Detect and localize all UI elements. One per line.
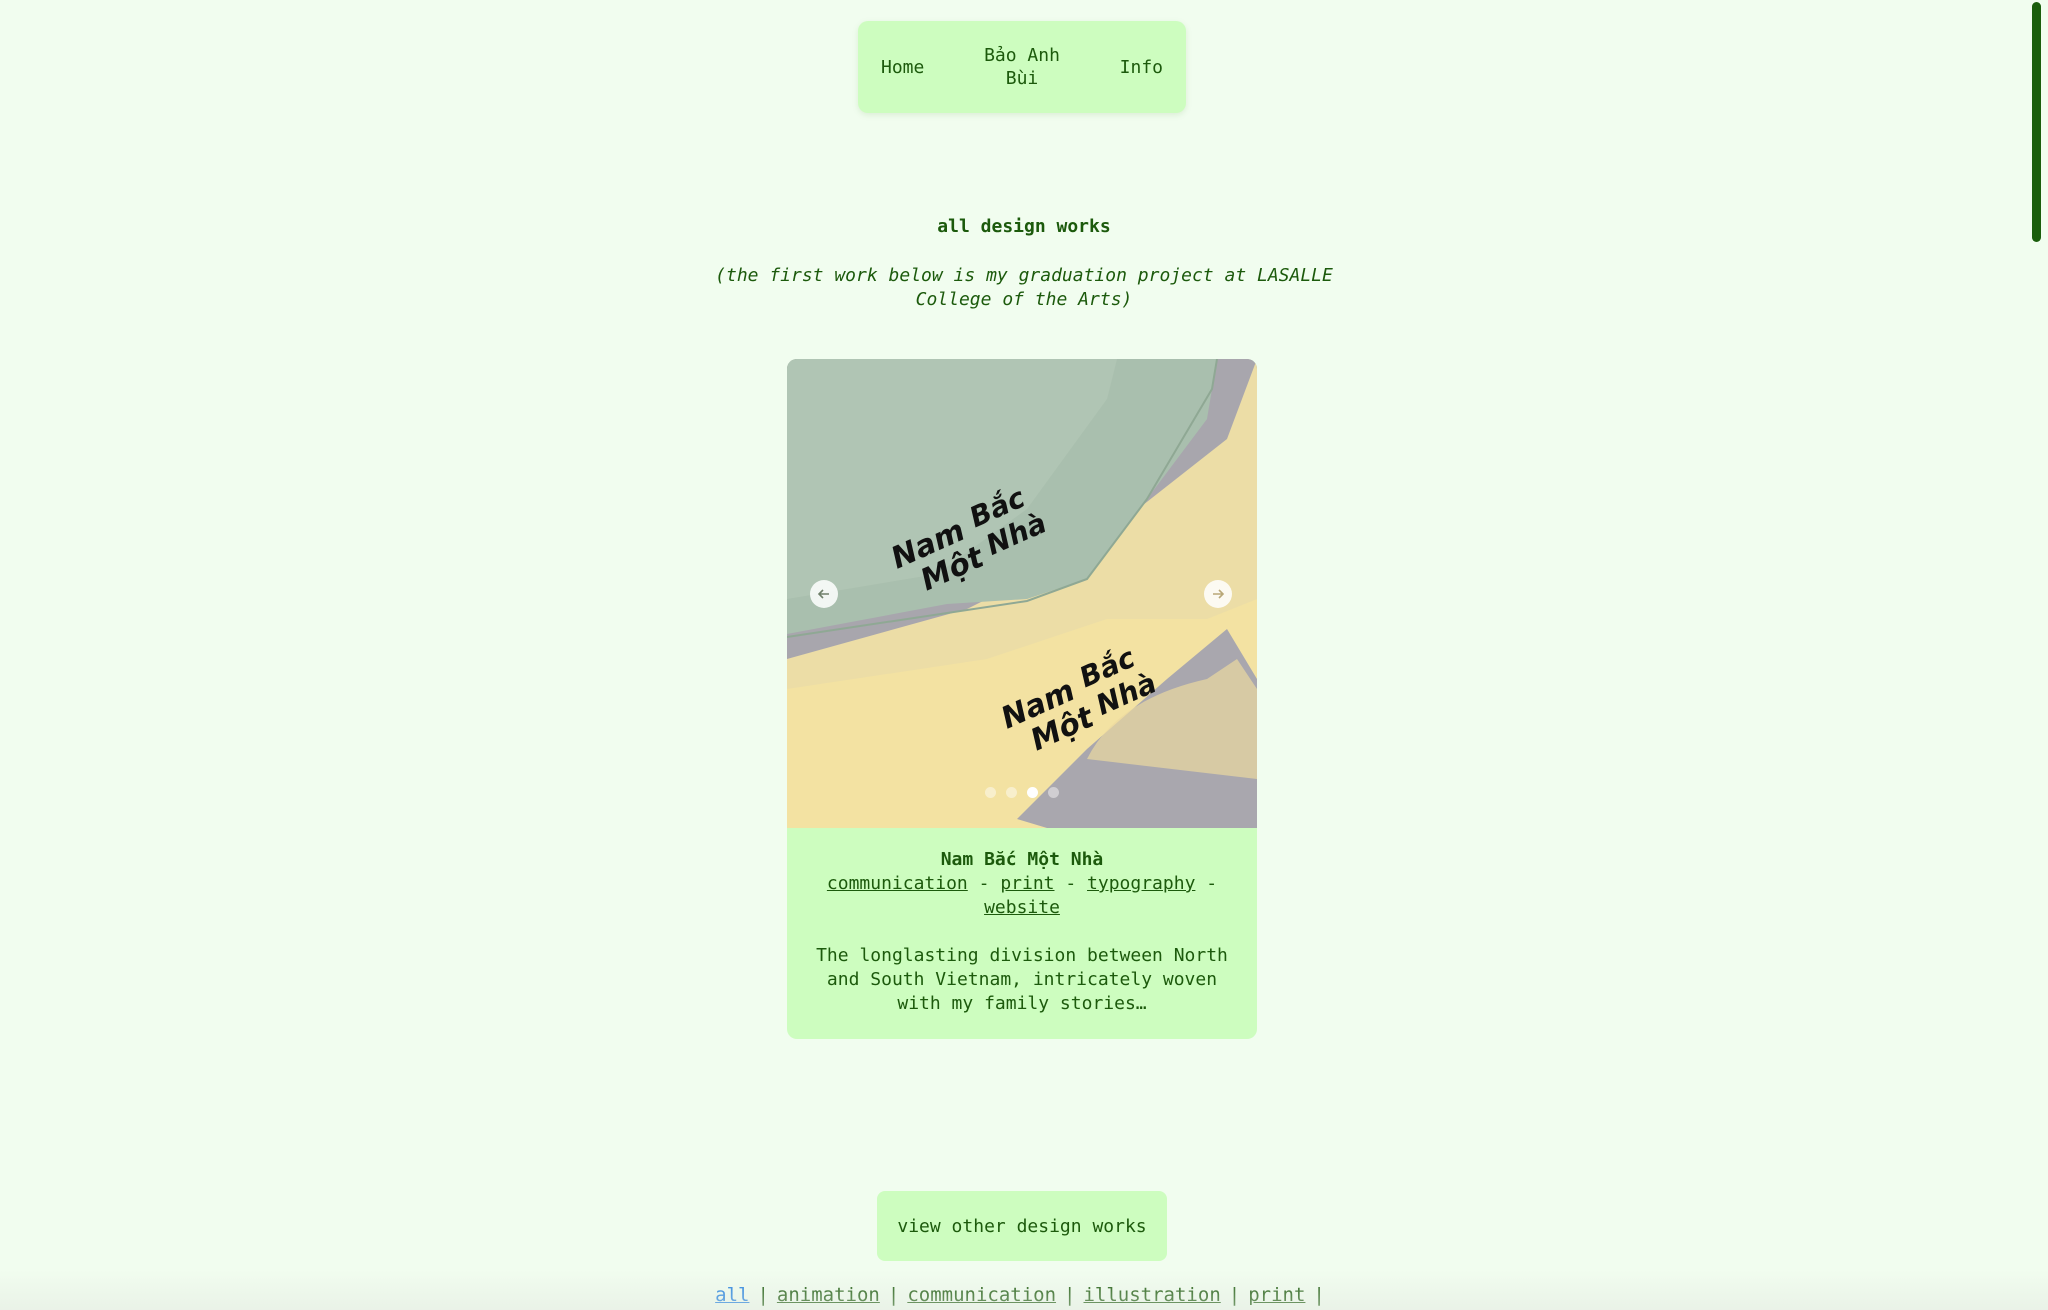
project-title: Nam Bắc Một Nhà bbox=[940, 849, 1104, 870]
tag-print-link[interactable]: print bbox=[1000, 873, 1054, 894]
nav-info-link[interactable]: Info bbox=[1120, 57, 1163, 78]
tag-typography-link[interactable]: typography bbox=[1087, 873, 1195, 894]
top-nav: Home Bảo Anh Bùi Info bbox=[858, 21, 1186, 113]
filter-separator: | bbox=[1064, 1284, 1076, 1306]
filter-communication-link[interactable]: communication bbox=[907, 1284, 1056, 1306]
carousel-dot-2[interactable] bbox=[1006, 787, 1017, 798]
image-carousel[interactable]: Nam Một Bắc Nhà Nam Một Bắc Nhà bbox=[787, 359, 1257, 828]
filter-animation-link[interactable]: animation bbox=[777, 1284, 880, 1306]
nav-home-link[interactable]: Home bbox=[881, 57, 924, 78]
tag-separator: - bbox=[978, 873, 990, 894]
arrow-left-icon bbox=[817, 589, 829, 599]
carousel-dot-3[interactable] bbox=[1027, 787, 1038, 798]
filter-separator: | bbox=[887, 1284, 900, 1306]
filter-illustration-link[interactable]: illustration bbox=[1083, 1284, 1220, 1306]
project-tags: communication - print - typography - web… bbox=[815, 872, 1229, 920]
tag-separator: - bbox=[1206, 873, 1218, 894]
section-subtitle: (the first work below is my graduation p… bbox=[715, 265, 1333, 310]
project-photo: Nam Một Bắc Nhà Nam Một Bắc Nhà bbox=[787, 359, 1257, 828]
filter-separator: | bbox=[1313, 1284, 1325, 1306]
tag-communication-link[interactable]: communication bbox=[827, 873, 968, 894]
project-card-body: Nam Bắc Một Nhà communication - print - … bbox=[787, 828, 1257, 1016]
page: Home Bảo Anh Bùi Info all design works (… bbox=[0, 0, 2048, 1310]
filter-all-link[interactable]: all bbox=[715, 1284, 749, 1306]
tag-separator: - bbox=[1065, 873, 1077, 894]
site-name-link[interactable]: Bảo Anh Bùi bbox=[972, 44, 1072, 90]
filter-separator: | bbox=[1228, 1284, 1241, 1306]
arrow-right-icon bbox=[1213, 589, 1225, 599]
carousel-prev-button[interactable] bbox=[810, 580, 838, 608]
filter-separator: | bbox=[757, 1284, 769, 1306]
view-other-works-button[interactable]: view other design works bbox=[877, 1191, 1167, 1261]
filter-print-link[interactable]: print bbox=[1248, 1284, 1305, 1306]
page-scrollbar[interactable] bbox=[2032, 2, 2041, 242]
carousel-dot-1[interactable] bbox=[985, 787, 996, 798]
project-description: The longlasting division between North a… bbox=[816, 945, 1228, 1014]
carousel-dot-4[interactable] bbox=[1048, 787, 1059, 798]
section-title: all design works bbox=[937, 216, 1111, 237]
carousel-dots bbox=[787, 787, 1257, 798]
carousel-next-button[interactable] bbox=[1204, 580, 1232, 608]
tag-website-link[interactable]: website bbox=[984, 897, 1060, 918]
project-card[interactable]: Nam Một Bắc Nhà Nam Một Bắc Nhà Nam Bắc … bbox=[787, 359, 1257, 1039]
category-filters: all | animation | communication | illustration… bbox=[0, 1284, 2048, 1306]
